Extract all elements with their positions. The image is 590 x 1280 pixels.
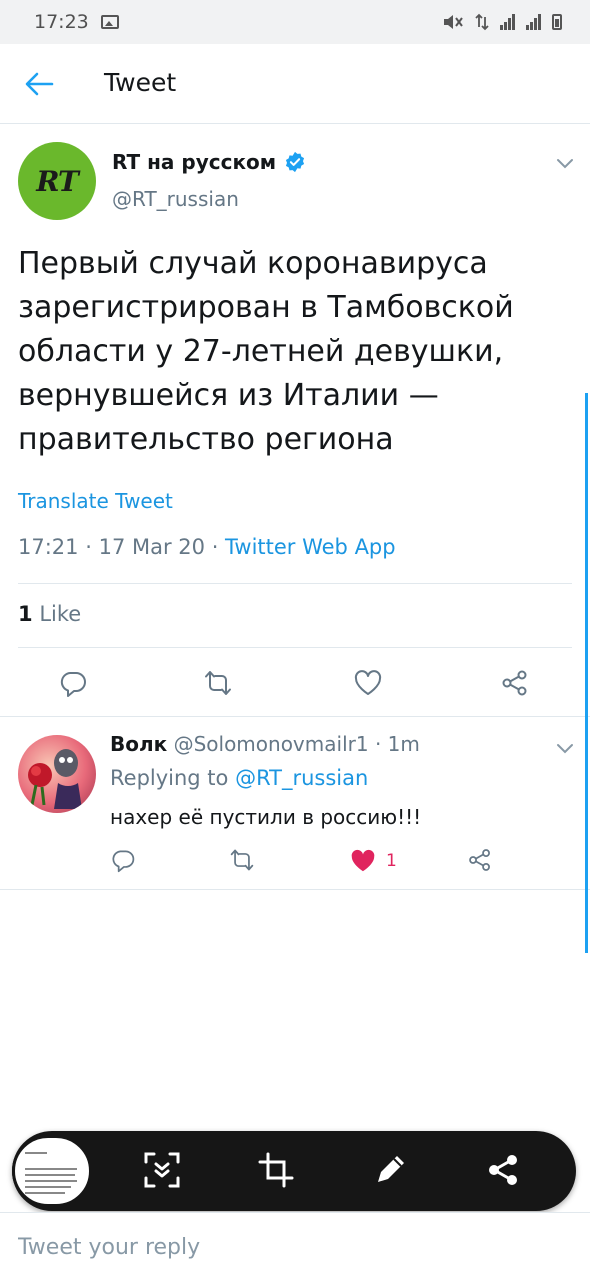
verified-badge-icon <box>286 151 305 173</box>
battery-icon <box>552 14 562 30</box>
tweet-time: 17:21 <box>18 535 79 559</box>
tweet-source[interactable]: Twitter Web App <box>225 535 396 559</box>
replying-to-handle[interactable]: @RT_russian <box>235 766 368 790</box>
data-arrows-icon <box>475 13 489 31</box>
status-bar: 17:23 <box>0 0 590 44</box>
mute-icon <box>444 15 463 29</box>
divider <box>0 716 590 717</box>
meta-separator: · <box>211 535 226 559</box>
status-icons <box>442 13 562 31</box>
screen: 17:23 Tweet RT RT на русском @RT_russian… <box>0 0 590 1280</box>
liked-heart-icon[interactable] <box>349 847 377 875</box>
chevron-down-icon[interactable] <box>555 156 575 170</box>
retweet-icon[interactable] <box>229 847 255 873</box>
reply-separator: · <box>374 732 388 756</box>
tweet-date: 17 Mar 20 <box>98 535 205 559</box>
like-heart-icon[interactable] <box>353 668 383 698</box>
share-icon[interactable] <box>484 1150 524 1190</box>
retweet-icon[interactable] <box>203 668 233 698</box>
draw-icon[interactable] <box>370 1150 410 1190</box>
divider <box>18 583 572 584</box>
tweet-author[interactable]: RT на русском <box>112 150 306 174</box>
signal-icon-2 <box>526 14 542 30</box>
app-bar: Tweet <box>0 44 590 124</box>
chevron-down-icon[interactable] <box>555 741 575 755</box>
scroll-capture-icon[interactable] <box>142 1150 182 1190</box>
likes-row[interactable]: 1 Like <box>18 602 81 626</box>
reply-author-handle[interactable]: @Solomonovmailr1 <box>174 732 369 756</box>
crop-icon[interactable] <box>256 1150 296 1190</box>
reply-text: нахер её пустили в россию!!! <box>110 805 422 829</box>
scroll-indicator[interactable] <box>585 393 588 953</box>
share-icon[interactable] <box>500 668 530 698</box>
wolf-avatar-illustration <box>28 749 82 809</box>
back-arrow-icon[interactable] <box>24 70 54 98</box>
meta-separator: · <box>85 535 99 559</box>
tweet-reply-input[interactable] <box>18 1227 572 1267</box>
author-avatar[interactable]: RT <box>18 142 96 220</box>
reply-time: 1m <box>387 732 420 756</box>
divider <box>0 889 590 890</box>
replying-to-label: Replying to <box>110 766 229 790</box>
signal-icon-1 <box>500 14 516 30</box>
status-time: 17:23 <box>34 11 89 33</box>
author-name[interactable]: RT на русском <box>112 150 276 174</box>
reply-icon[interactable] <box>110 847 136 873</box>
reply-composer <box>0 1212 590 1280</box>
tweet-meta: 17:21 · 17 Mar 20 · Twitter Web App <box>18 535 396 559</box>
translate-tweet-link[interactable]: Translate Tweet <box>18 489 173 513</box>
reply-like-count: 1 <box>386 851 397 871</box>
avatar-logo-text: RT <box>36 164 79 198</box>
likes-label: Like <box>39 602 82 626</box>
gallery-notification-icon <box>100 15 119 29</box>
replying-to: Replying to @RT_russian <box>110 766 368 790</box>
reply-icon[interactable] <box>58 668 88 698</box>
reply-author-avatar[interactable] <box>18 735 96 813</box>
likes-count: 1 <box>18 602 33 626</box>
share-icon[interactable] <box>467 847 493 873</box>
tweet-text: Первый случай коронавируса зарегистриров… <box>18 246 514 457</box>
reply-author-name[interactable]: Волк <box>110 732 167 756</box>
screenshot-thumbnail[interactable] <box>12 1135 92 1207</box>
divider <box>18 647 572 648</box>
page-title: Tweet <box>104 68 177 97</box>
reply-header: Волк @Solomonovmailr1 · 1m <box>110 732 420 756</box>
author-handle[interactable]: @RT_russian <box>112 187 239 211</box>
